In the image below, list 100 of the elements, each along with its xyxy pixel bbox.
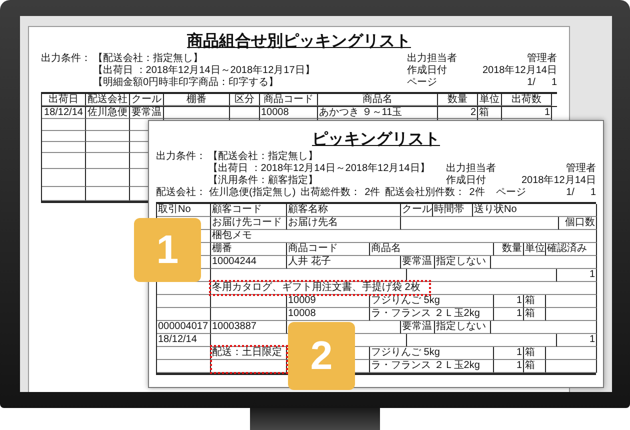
empty-cell [86, 119, 130, 131]
table-cell: 1 [494, 308, 524, 321]
empty-cell [42, 119, 86, 131]
column-header: 梱包メモ [211, 230, 597, 243]
condition-text: 【配送会社：指定無し】 [208, 151, 318, 162]
column-header: 確認済み [546, 243, 597, 256]
meta-value: 1 [590, 187, 596, 199]
column-header: 顧客コード [211, 204, 287, 217]
empty-cell [546, 308, 597, 321]
column-header: 棚番 [211, 243, 287, 256]
column-header: 商品コード [260, 94, 318, 106]
empty-cell [42, 142, 86, 153]
table-cell: 10008 [260, 107, 318, 119]
table-cell: 箱 [524, 295, 546, 308]
column-header: 区分 [230, 94, 260, 106]
table-cell: 指定しない [435, 321, 491, 334]
summary-label: 配送会社別件数： [385, 187, 466, 199]
column-header: 顧客名称 [287, 204, 401, 217]
column-header: クール [401, 204, 433, 217]
table-cell: 箱 [524, 347, 546, 360]
table-cell: フジりんご 5kg [370, 347, 494, 360]
condition-text: 【明細金額0円時非印字商品：印字する】 [93, 77, 279, 89]
summary-label: 配送会社： [156, 187, 206, 199]
table-cell: 2 [438, 107, 478, 119]
empty-cell [157, 295, 211, 308]
table-cell: 1 [557, 269, 597, 282]
column-header: 出荷日 [42, 94, 86, 106]
meta-label: 作成日付 [446, 175, 486, 187]
column-header: 出荷数 [502, 94, 552, 106]
empty-cell [42, 131, 86, 142]
empty-cell [157, 308, 211, 321]
table-cell: 10009 [287, 295, 370, 308]
meta-value: 管理者 [566, 163, 596, 175]
table-cell: あかつき ９～11玉 [318, 107, 438, 119]
column-header: 取引No [157, 204, 211, 217]
table-cell: 000004017 [157, 321, 211, 334]
column-header: 送り状No [473, 204, 597, 217]
table-cell: 佐川急便 [86, 107, 130, 119]
summary-value: 佐川急便(指定無し) [209, 187, 296, 199]
column-header: 時間帯 [433, 204, 473, 217]
empty-cell [546, 295, 597, 308]
condition-text: 【出荷日 ：2018年12月14日～2018年12月14日】 [208, 163, 430, 174]
column-header: お届け先名 [287, 217, 401, 230]
table-cell: 要常温 [401, 321, 435, 334]
table-cell: 1 [494, 347, 524, 360]
column-header: クール [130, 94, 164, 106]
table-cell: 1 [502, 107, 552, 119]
empty-cell [546, 347, 597, 360]
column-header: 数量 [494, 243, 524, 256]
table-cell: フジりんご 5kg [370, 295, 494, 308]
meta-label: 作成日付 [407, 65, 447, 77]
empty-cell [42, 153, 86, 169]
table-cell: 指定しない [435, 256, 491, 269]
column-header: 配送会社 [86, 94, 130, 106]
condition-label: 出力条件： [156, 151, 207, 163]
table-cell: 箱 [478, 107, 502, 119]
meta-label: ページ [407, 77, 437, 89]
meta-label: 出力担当者 [446, 163, 496, 174]
empty-cell [157, 347, 211, 360]
meta-value: 1/ [566, 187, 574, 199]
meta-value: 2018年12月14日 [482, 65, 557, 77]
meta-value: 1 [551, 77, 557, 89]
column-header: 商品名 [370, 243, 494, 256]
column-header: 商品コード [287, 243, 370, 256]
column-header: 商品名 [318, 94, 438, 106]
meta-value: 管理者 [527, 53, 557, 65]
empty-cell [42, 169, 86, 187]
table-cell: 1 [557, 334, 597, 347]
table-cell: 10004244 [211, 256, 287, 269]
column-header: お届け先コード [211, 217, 287, 230]
document-title: 商品組合せ別ピッキングリスト [187, 33, 411, 50]
column-header: 単位 [478, 94, 502, 106]
callout-badge: 2 [288, 322, 355, 390]
meta-label: 出力担当者 [407, 53, 457, 64]
column-header: 単位 [524, 243, 546, 256]
table-cell: 1 [494, 295, 524, 308]
condition-text: 【配送会社：指定無し】 [93, 53, 203, 64]
table-cell: 要常温 [401, 256, 435, 269]
table-cell: 人井 花子 [287, 256, 401, 269]
column-header: 棚番 [164, 94, 230, 106]
table-cell: ラ・フランス ２Ｌ玉2kg [370, 308, 494, 321]
table-cell: 10008 [287, 308, 370, 321]
summary-value: 2件 [364, 187, 380, 199]
table-cell: 18/12/14 [157, 334, 211, 347]
meta-value: 2018年12月14日 [522, 175, 596, 187]
meta-value: 1/ [527, 77, 536, 89]
table-cell: ラ・フランス ２Ｌ玉2kg [370, 360, 494, 373]
summary-label: 出荷総件数： [300, 187, 361, 199]
column-header: 個口数 [559, 217, 597, 230]
condition-label: 出力条件： [41, 53, 92, 65]
document-title: ピッキングリスト [312, 131, 440, 148]
table-cell: 10003887 [211, 321, 287, 334]
condition-text: 【汎用条件：顧客指定】 [208, 175, 318, 186]
table-cell: 箱 [524, 308, 546, 321]
table-cell: 箱 [524, 360, 546, 373]
summary-value: 2件 [469, 187, 485, 199]
table-cell: 要常温 [130, 107, 164, 119]
meta-label: ページ [496, 187, 526, 199]
table-cell: 18/12/14 [42, 107, 86, 119]
table-cell: 1 [494, 360, 524, 373]
